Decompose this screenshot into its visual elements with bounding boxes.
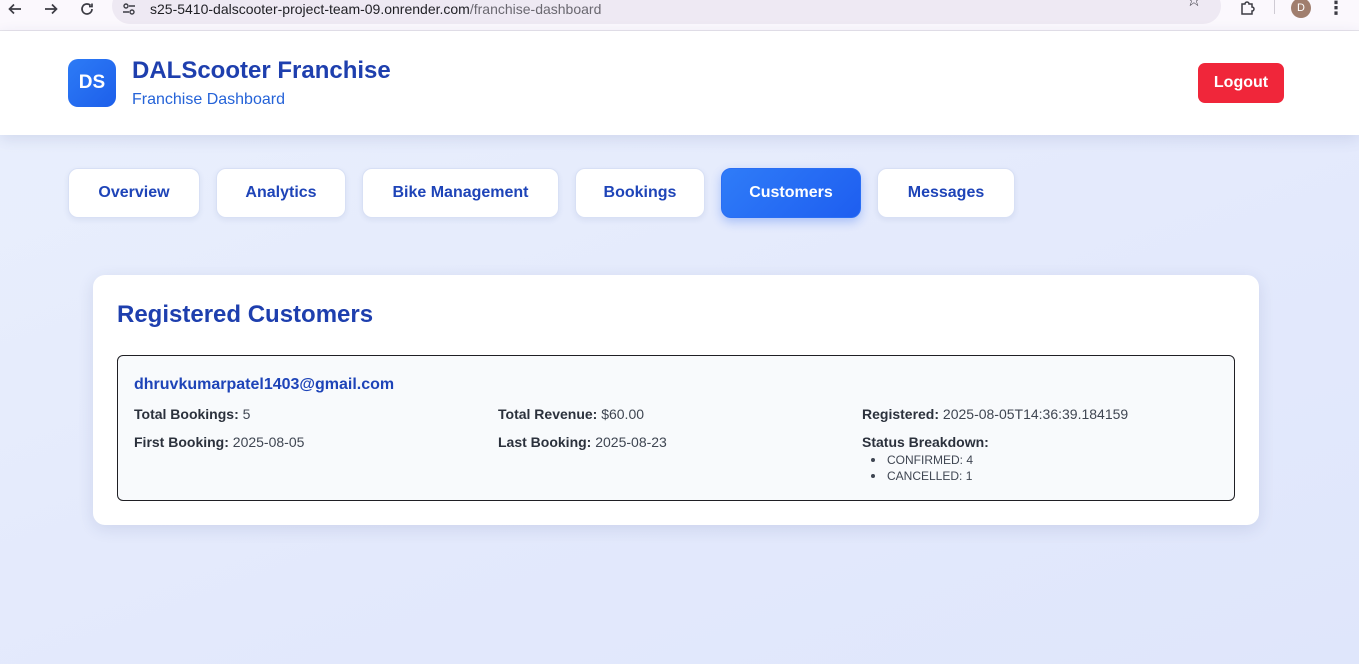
url-text[interactable]: s25-5410-dalscooter-project-team-09.onre… [150, 1, 601, 17]
section-title: Registered Customers [117, 301, 374, 328]
toolbar-divider [1274, 0, 1275, 14]
site-info-icon[interactable] [120, 0, 138, 18]
registered-field: Registered: 2025-08-05T14:36:39.184159 [862, 406, 1128, 422]
customer-card: dhruvkumarpatel1403@gmail.com Total Book… [117, 355, 1235, 501]
status-breakdown-list: CONFIRMED: 4 CANCELLED: 1 [862, 452, 973, 484]
logout-button[interactable]: Logout [1198, 63, 1284, 103]
address-bar[interactable]: s25-5410-dalscooter-project-team-09.onre… [112, 0, 1221, 24]
profile-avatar[interactable]: D [1291, 0, 1311, 18]
total-bookings-label: Total Bookings: [134, 406, 239, 422]
tab-bookings[interactable]: Bookings [575, 168, 705, 218]
last-booking-label: Last Booking: [498, 434, 592, 450]
customer-email: dhruvkumarpatel1403@gmail.com [134, 376, 395, 393]
tab-analytics[interactable]: Analytics [216, 168, 346, 218]
url-host: s25-5410-dalscooter-project-team-09.onre… [150, 1, 470, 17]
total-bookings-value: 5 [242, 406, 251, 422]
extensions-puzzle-icon[interactable] [1236, 0, 1258, 16]
customers-panel: Registered Customers dhruvkumarpatel1403… [93, 275, 1259, 525]
registered-label: Registered: [862, 406, 940, 422]
status-breakdown-label: Status Breakdown: [862, 434, 989, 450]
total-revenue-value: $60.00 [601, 406, 645, 422]
status-cancelled: CANCELLED: 1 [862, 468, 973, 484]
tab-overview[interactable]: Overview [68, 168, 200, 218]
kebab-menu-icon[interactable]: ⋮ [1327, 0, 1345, 18]
first-booking-label: First Booking: [134, 434, 229, 450]
tab-customers[interactable]: Customers [721, 168, 861, 218]
brand-subtitle: Franchise Dashboard [132, 91, 285, 108]
status-confirmed: CONFIRMED: 4 [862, 452, 973, 468]
brand-title: DALScooter Franchise [132, 57, 391, 84]
first-booking-field: First Booking: 2025-08-05 [134, 434, 304, 450]
last-booking-value: 2025-08-23 [595, 434, 667, 450]
url-path: /franchise-dashboard [469, 1, 602, 17]
last-booking-field: Last Booking: 2025-08-23 [498, 434, 667, 450]
first-booking-value: 2025-08-05 [232, 434, 305, 450]
status-breakdown-field: Status Breakdown: [862, 434, 989, 450]
total-bookings-field: Total Bookings: 5 [134, 406, 250, 422]
registered-value: 2025-08-05T14:36:39.184159 [942, 406, 1129, 422]
browser-toolbar: s25-5410-dalscooter-project-team-09.onre… [0, 0, 1359, 31]
total-revenue-label: Total Revenue: [498, 406, 598, 422]
reload-icon[interactable] [73, 0, 101, 18]
total-revenue-field: Total Revenue: $60.00 [498, 406, 644, 422]
tab-bike-management[interactable]: Bike Management [362, 168, 559, 218]
bookmark-star-icon[interactable]: ☆ [1184, 0, 1204, 10]
app-header: DS DALScooter Franchise Franchise Dashbo… [0, 31, 1359, 135]
forward-arrow-icon[interactable] [37, 0, 65, 18]
tab-messages[interactable]: Messages [877, 168, 1015, 218]
brand-logo: DS [68, 59, 116, 107]
back-arrow-icon[interactable] [1, 0, 29, 18]
